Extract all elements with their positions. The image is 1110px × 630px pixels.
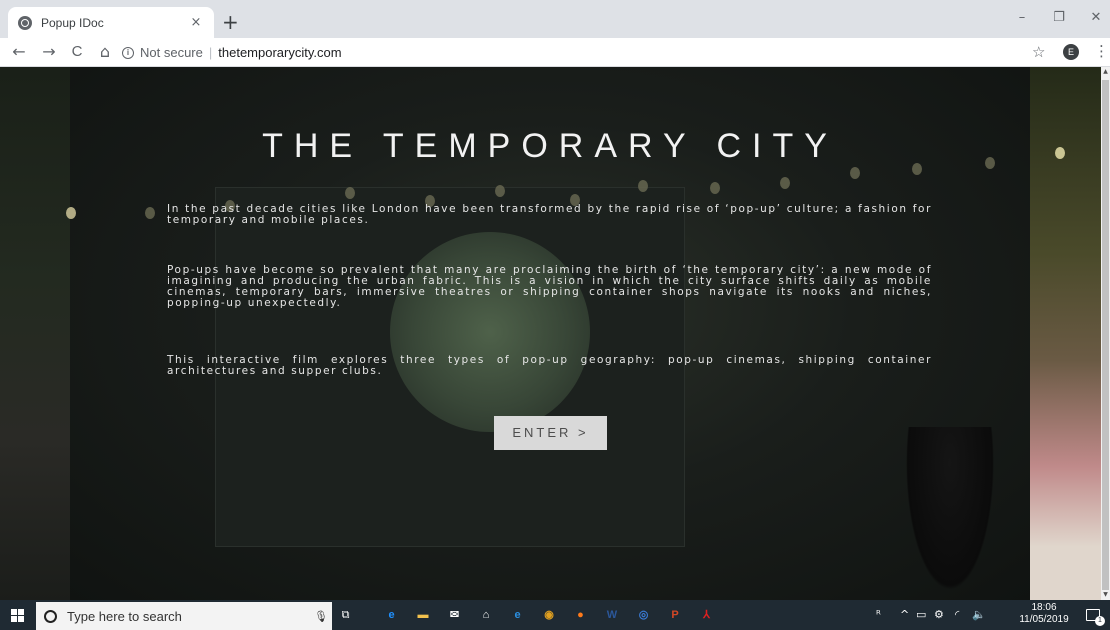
people-icon[interactable]: ᴿ xyxy=(876,608,881,621)
clock-date: 11/05/2019 xyxy=(1019,614,1069,625)
page-viewport: THE TEMPORARY CITY In the past decade ci… xyxy=(0,67,1101,600)
notification-badge: 1 xyxy=(1095,616,1105,626)
taskbar: Type here to search 🎙 ⧉ e ▬ ✉ ⌂ e ◉ ● W ◎ P ⅄ ᴿ ^ … xyxy=(0,600,1110,630)
clock-time: 18:06 xyxy=(1031,602,1057,613)
microphone-icon[interactable]: 🎙 xyxy=(310,610,332,623)
cortana-icon xyxy=(44,609,57,623)
address-separator: | xyxy=(208,45,213,60)
file-explorer-icon[interactable]: ▬ xyxy=(415,607,432,624)
description-paragraph: Pop-ups have become so prevalent that ma… xyxy=(167,264,932,309)
volume-icon[interactable]: 🔈 xyxy=(972,608,986,621)
acrobat-icon[interactable]: ⅄ xyxy=(698,607,715,624)
enter-button[interactable]: ENTER > xyxy=(494,416,607,450)
film-paragraph: This interactive film explores three typ… xyxy=(167,354,932,377)
reload-icon[interactable]: C xyxy=(66,42,88,62)
battery-icon[interactable]: ▭ xyxy=(916,608,926,621)
tray-chevron-icon[interactable]: ^ xyxy=(900,608,909,621)
tab-title: Popup IDoc xyxy=(41,15,104,30)
address-bar[interactable]: i Not secure | thetemporarycity.com xyxy=(122,41,1032,64)
forward-icon[interactable]: → xyxy=(38,42,60,62)
tab-strip: Popup IDoc × + – ❐ ✕ xyxy=(0,0,1110,38)
task-view-icon[interactable]: ⧉ xyxy=(337,607,354,624)
page-title: THE TEMPORARY CITY xyxy=(262,127,838,165)
intro-paragraph: In the past decade cities like London ha… xyxy=(167,203,932,226)
scroll-up-icon[interactable]: ▲ xyxy=(1101,67,1110,77)
close-window-icon[interactable]: ✕ xyxy=(1086,10,1106,25)
powerpoint-icon[interactable]: P xyxy=(667,607,684,624)
edge-icon[interactable]: e xyxy=(383,607,400,624)
bookmark-star-icon[interactable]: ☆ xyxy=(1032,43,1045,61)
taskbar-clock[interactable]: 18:06 11/05/2019 xyxy=(1012,602,1076,626)
tab-close-icon[interactable]: × xyxy=(188,15,204,30)
store-icon[interactable]: ⌂ xyxy=(478,607,495,624)
string-lights xyxy=(0,67,1101,267)
back-icon[interactable]: ← xyxy=(8,42,30,62)
internet-explorer-icon[interactable]: e xyxy=(509,607,526,624)
browser-toolbar: ← → C ⌂ i Not secure | thetemporarycity.… xyxy=(0,38,1110,67)
search-placeholder: Type here to search xyxy=(67,608,182,624)
globe-icon xyxy=(18,15,32,30)
new-tab-button[interactable]: + xyxy=(222,12,239,32)
menu-icon[interactable]: ⋮ xyxy=(1094,42,1109,60)
mail-icon[interactable]: ✉ xyxy=(446,607,463,624)
browser-tab[interactable]: Popup IDoc × xyxy=(8,7,214,38)
network-icon[interactable]: ⚙ xyxy=(934,608,944,621)
windows-start-icon[interactable] xyxy=(11,609,25,622)
word-icon[interactable]: W xyxy=(604,607,621,624)
audience-silhouette xyxy=(900,427,1000,600)
wifi-icon[interactable]: ◜ xyxy=(955,608,959,621)
firefox-icon[interactable]: ● xyxy=(572,607,589,624)
chrome-icon[interactable]: ◉ xyxy=(541,607,558,624)
info-icon[interactable]: i xyxy=(122,46,134,59)
minimize-icon[interactable]: – xyxy=(1012,10,1032,25)
taskbar-search-box[interactable]: Type here to search 🎙 xyxy=(36,602,332,630)
restore-icon[interactable]: ❐ xyxy=(1049,10,1069,25)
profile-avatar[interactable]: E xyxy=(1063,44,1079,60)
security-label: Not secure xyxy=(140,45,203,60)
url-text[interactable]: thetemporarycity.com xyxy=(218,45,341,60)
scroll-down-icon[interactable]: ▼ xyxy=(1101,590,1110,600)
scrollbar-thumb[interactable] xyxy=(1102,80,1109,590)
app-icon[interactable]: ◎ xyxy=(635,607,652,624)
home-icon[interactable]: ⌂ xyxy=(94,42,116,62)
